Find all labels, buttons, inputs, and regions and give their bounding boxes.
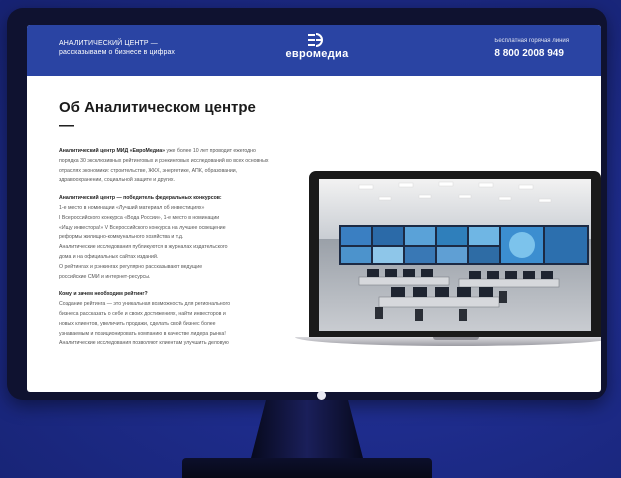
awards-line: «Ищу инвестора!» V Всероссийского конкур…	[59, 224, 226, 231]
laptop-lid	[309, 171, 601, 339]
monitor-screen: АНАЛИТИЧЕСКИЙ ЦЕНТР — рассказываем о биз…	[27, 25, 601, 392]
rating-line: новых клиентов, увеличить продажи, сдела…	[59, 320, 216, 327]
intro-paragraph: Аналитический центр МИД «ЕвроМедиа» уже …	[59, 147, 273, 186]
brand-tagline[interactable]: АНАЛИТИЧЕСКИЙ ЦЕНТР — рассказываем о биз…	[59, 39, 175, 57]
hotline-block: Бесплатная горячая линия 8 800 2008 949	[494, 37, 569, 60]
site-logo[interactable]: евромедиа	[277, 33, 357, 60]
control-room-image	[319, 179, 591, 331]
about-section: Об Аналитическом центре — Аналитический …	[59, 99, 273, 357]
logo-wordmark: евромедиа	[285, 48, 349, 60]
awards-line: реформы жилищно-коммунального хозяйства …	[59, 234, 184, 241]
rating-paragraph: Кому и зачем необходим рейтинг? Создание…	[59, 290, 273, 349]
brand-line-2: рассказываем о бизнесе в цифрах	[59, 49, 176, 56]
laptop-illustration	[295, 171, 601, 347]
rating-line: бизнеса рассказать о себе и своих достиж…	[59, 310, 226, 317]
page-title: Об Аналитическом центре —	[59, 99, 256, 134]
hotline-label: Бесплатная горячая линия	[494, 38, 569, 44]
awards-paragraph: Аналитический центр — победитель федерал…	[59, 194, 273, 282]
brand-line-1: АНАЛИТИЧЕСКИЙ ЦЕНТР —	[59, 40, 158, 47]
awards-heading: Аналитический центр — победитель федерал…	[59, 195, 222, 202]
awards-line: О рейтингах и рэнкингах регулярно расска…	[59, 263, 203, 270]
monitor-stand-neck	[250, 400, 364, 462]
laptop-notch	[433, 337, 479, 340]
control-room-photo	[319, 179, 591, 331]
awards-line: I Всероссийского конкурса «Вода России»,…	[59, 214, 220, 221]
awards-line: Аналитические исследования публикуются в…	[59, 244, 228, 251]
site-header: АНАЛИТИЧЕСКИЙ ЦЕНТР — рассказываем о биз…	[27, 25, 601, 76]
awards-line: 1-е место в номинации «Лучший материал о…	[59, 204, 205, 211]
rating-line: Создание рейтинга — это уникальная возмо…	[59, 301, 231, 308]
rating-line: Аналитические исследования позволяют кли…	[59, 340, 229, 347]
intro-bold: Аналитический центр МИД «ЕвроМедиа»	[59, 148, 165, 154]
rating-line: узнаваемым и позиционировать компанию в …	[59, 330, 226, 337]
rating-heading: Кому и зачем необходим рейтинг?	[59, 291, 148, 298]
monitor-stand-base	[182, 458, 432, 478]
awards-line: российские СМИ и интернет-ресурсы.	[59, 273, 151, 280]
euromedia-logo-icon	[308, 33, 323, 47]
monitor-frame: АНАЛИТИЧЕСКИЙ ЦЕНТР — рассказываем о биз…	[7, 8, 607, 400]
power-led-icon	[317, 391, 326, 400]
awards-line: дома и на официальных сайтах изданий.	[59, 253, 159, 260]
hotline-phone[interactable]: 8 800 2008 949	[494, 47, 569, 60]
